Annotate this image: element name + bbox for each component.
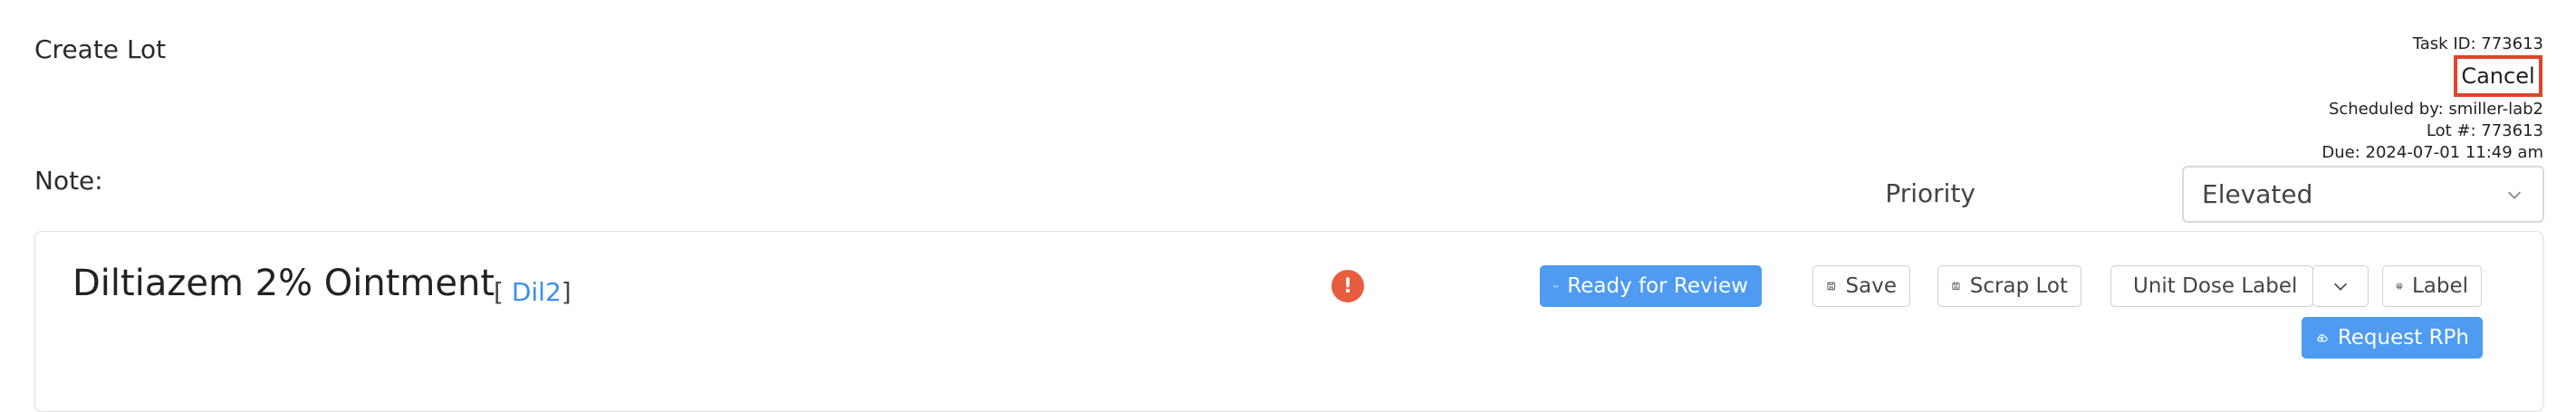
priority-label: Priority xyxy=(1885,178,1975,208)
label-button-text: Label xyxy=(2411,274,2468,298)
priority-select[interactable]: Elevated xyxy=(2182,166,2544,223)
scheduled-by: Scheduled by: smiller-lab2 xyxy=(2328,100,2543,119)
floppy-icon xyxy=(1952,282,1960,291)
ready-for-review-label: Ready for Review xyxy=(1567,274,1748,298)
printer-icon xyxy=(2396,283,2403,290)
request-rph-button[interactable]: Request RPh xyxy=(2302,317,2483,359)
code-bracket-open: [ xyxy=(494,277,512,307)
alert-icon[interactable]: ! xyxy=(1331,270,1364,302)
glasses-icon xyxy=(1553,284,1559,288)
save-button[interactable]: Save xyxy=(1812,265,1910,307)
drug-name: Diltiazem 2% Ointment xyxy=(72,263,495,304)
ready-for-review-button[interactable]: Ready for Review xyxy=(1540,265,1762,307)
note-label: Note: xyxy=(34,166,103,196)
page-title: Create Lot xyxy=(34,34,167,64)
save-label: Save xyxy=(1845,274,1897,298)
chevron-down-icon xyxy=(2333,283,2348,291)
unit-dose-dropdown-toggle[interactable] xyxy=(2312,265,2369,307)
floppy-icon xyxy=(1827,282,1836,291)
code-bracket-close: ] xyxy=(561,277,572,307)
cancel-button[interactable]: Cancel xyxy=(2454,55,2542,97)
label-button[interactable]: Label xyxy=(2382,265,2482,307)
unit-dose-label-button[interactable]: Unit Dose Label xyxy=(2110,265,2313,307)
chevron-down-icon xyxy=(2507,191,2522,199)
task-id: Task ID: 773613 xyxy=(2412,34,2543,53)
request-rph-label: Request RPh xyxy=(2337,326,2469,350)
scrap-lot-button[interactable]: Scrap Lot xyxy=(1937,265,2081,307)
due-date: Due: 2024-07-01 11:49 am xyxy=(2321,143,2543,162)
drug-code-link[interactable]: Dil2 xyxy=(512,277,562,307)
scrap-lot-label: Scrap Lot xyxy=(1969,274,2068,298)
unit-dose-label-text: Unit Dose Label xyxy=(2133,274,2298,298)
lot-card xyxy=(34,231,2543,412)
lot-number: Lot #: 773613 xyxy=(2426,121,2543,140)
priority-value: Elevated xyxy=(2202,179,2313,209)
cloud-icon xyxy=(2317,334,2328,342)
drug-code: [ Dil2] xyxy=(494,277,572,307)
